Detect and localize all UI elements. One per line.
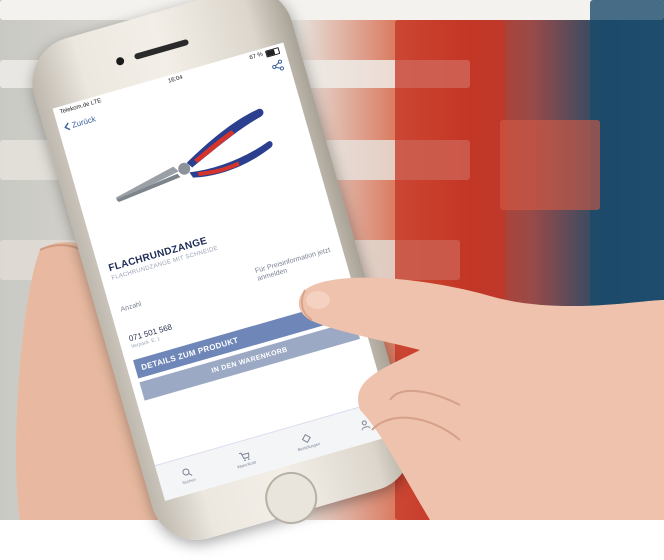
right-hand <box>298 277 664 520</box>
